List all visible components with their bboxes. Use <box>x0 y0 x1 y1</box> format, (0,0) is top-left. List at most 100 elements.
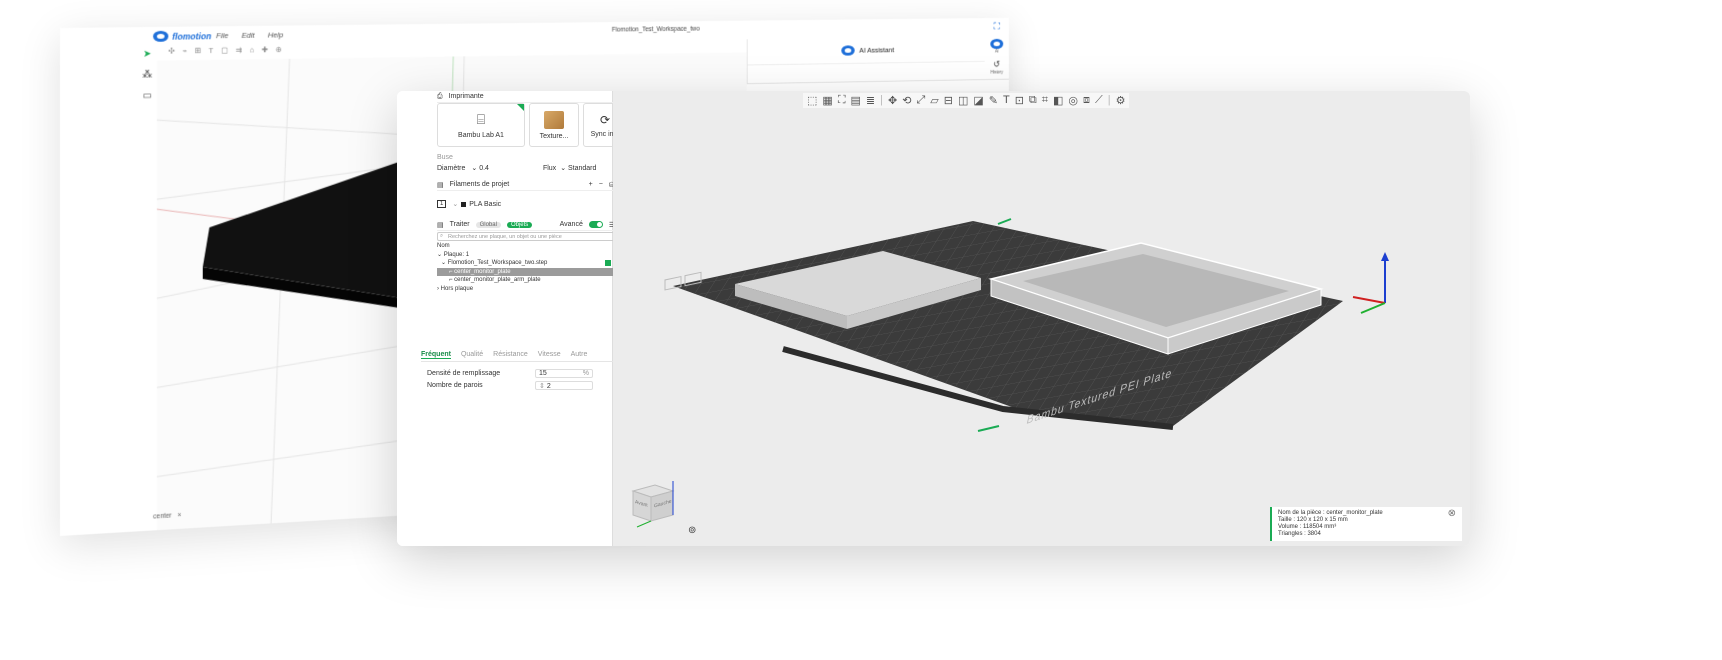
process-global-tab[interactable]: Global <box>476 222 501 228</box>
x-axis <box>1353 297 1385 303</box>
tab-frequent[interactable]: Fréquent <box>421 351 451 359</box>
infill-value: 15 <box>539 370 547 377</box>
home-icon[interactable]: ⌂ <box>250 46 255 55</box>
diameter-value: 0.4 <box>479 165 489 172</box>
slicer-sidebar: ⎙ Imprimante ⚙ ⌸ Bambu Lab A1 Texture...… <box>397 91 613 546</box>
close-icon[interactable]: × <box>177 512 181 519</box>
walls-stepper[interactable]: ⇕ 2 <box>535 381 593 390</box>
plus-icon[interactable]: ✚ <box>262 45 268 54</box>
nozzle-label: Buse <box>437 154 453 161</box>
advanced-label: Avancé <box>560 221 583 228</box>
rectangle-icon[interactable]: ▢ <box>221 46 228 55</box>
rail-history[interactable]: ↺ History <box>990 60 1003 76</box>
target-icon[interactable]: ⊕ <box>275 45 281 54</box>
process-title: Traiter <box>450 221 470 228</box>
slicer-window: ⎙ Imprimante ⚙ ⌸ Bambu Lab A1 Texture...… <box>397 91 1470 546</box>
box-icon[interactable]: ▭ <box>143 90 152 101</box>
tab-other[interactable]: Autre <box>571 351 588 359</box>
rail-ai[interactable]: AI <box>990 39 1003 55</box>
ai-assistant-panel: AI Assistant <box>747 36 1009 84</box>
assembly-icon[interactable]: ⁂ <box>142 70 152 81</box>
tree-item-file[interactable]: ⌄ Flomotion_Test_Workspace_two.step <box>437 259 627 268</box>
flow-value: Standard <box>568 165 596 172</box>
history-icon: ↺ <box>993 60 1000 70</box>
nav-cube-shape <box>623 477 683 529</box>
navigation-cube[interactable]: Avant Gauche <box>623 477 683 534</box>
text-tool-icon[interactable]: T <box>209 46 214 55</box>
part-label: center_monitor_plate_arm_plate <box>454 277 540 283</box>
object-search-input[interactable]: ⌕ Recherchez une plaque, un objet ou une… <box>437 232 627 241</box>
screenshot-stage: flomotion File Edit Help Flomotion_Test_… <box>0 0 1722 660</box>
visible-checkbox[interactable] <box>605 260 611 266</box>
pattern-icon[interactable]: ⊞ <box>195 46 201 55</box>
flow-label: Flux <box>543 165 556 172</box>
tree-item-plate[interactable]: ⌄ Plaque: 1 <box>437 251 627 260</box>
rail-ai-label: AI <box>995 49 999 55</box>
filament-color-swatch <box>461 202 466 207</box>
filament-index: 1 <box>437 200 446 208</box>
diameter-select[interactable]: ⌄ 0.4 <box>471 164 489 172</box>
process-objects-tab[interactable]: Objets <box>507 222 532 228</box>
infill-row: Densité de remplissage 15 % <box>427 368 597 379</box>
tab-speed[interactable]: Vitesse <box>538 351 561 359</box>
camera-reset-icon[interactable]: ⊚ <box>688 525 696 536</box>
selected-corner-flag <box>517 104 524 111</box>
object-search-placeholder: Recherchez une plaque, un objet ou une p… <box>448 234 562 240</box>
plate-label: Plaque: 1 <box>444 252 469 258</box>
view-tab-label: center <box>153 513 172 521</box>
close-icon[interactable]: ⊗ <box>1448 510 1456 517</box>
flomotion-logo-icon <box>153 31 168 42</box>
tab-strength[interactable]: Résistance <box>493 351 528 359</box>
trim-icon[interactable]: ⌁ <box>182 46 187 55</box>
sync-icon: ⟳ <box>600 113 610 127</box>
sketch-icon[interactable]: ✣ <box>168 47 174 56</box>
rail-history-label: History <box>990 70 1003 76</box>
walls-label: Nombre de parois <box>427 382 483 389</box>
menu-bar: File Edit Help <box>216 31 283 41</box>
tree-item-part-selected[interactable]: ⌐ center_monitor_plate <box>437 268 627 277</box>
back-marker <box>998 219 1011 224</box>
menu-file[interactable]: File <box>216 31 228 40</box>
build-plate-scene <box>613 91 1470 546</box>
infill-input[interactable]: 15 % <box>535 369 593 378</box>
ai-panel-title: AI Assistant <box>859 46 894 55</box>
tree-item-part[interactable]: ⌐ center_monitor_plate_arm_plate <box>437 276 627 285</box>
add-filament-icon[interactable]: + <box>589 181 593 188</box>
slicer-3d-viewport[interactable]: ⬚ ▦ ⛶ ▤ ≣ | ✥ ⟲ ⤢ ▱ ⊟ ◫ ◪ ✎ T ⊡ ⧉ ⌗ ◧ ◎ <box>613 91 1470 546</box>
layers-icon: ⛶ <box>994 22 1000 34</box>
walls-row: Nombre de parois ⇕ 2 <box>427 380 597 391</box>
remove-filament-icon[interactable]: − <box>599 181 603 188</box>
front-marker <box>978 426 999 431</box>
select-icon[interactable]: ➤ <box>143 49 151 60</box>
part-triangles-line: Triangles : 3804 <box>1278 531 1456 538</box>
plate-name: Texture... <box>540 133 569 140</box>
app-logo[interactable]: flomotion <box>153 30 211 42</box>
printer-name: Bambu Lab A1 <box>458 132 504 139</box>
printer-section-header: ⎙ Imprimante ⚙ <box>437 91 627 103</box>
filament-name: PLA Basic <box>469 201 501 208</box>
right-rail: ⛶ AI ↺ History <box>985 18 1009 100</box>
chevron-down-icon: ⌄ <box>452 200 458 208</box>
offset-icon[interactable]: ⇉ <box>236 46 242 55</box>
menu-edit[interactable]: Edit <box>242 31 255 40</box>
menu-help[interactable]: Help <box>268 31 283 40</box>
settings-tabs: Fréquent Qualité Résistance Vitesse Autr… <box>421 351 627 362</box>
plate-type-selector[interactable]: Texture... <box>529 103 579 147</box>
ai-icon <box>990 39 1003 49</box>
tree-header: Nom <box>437 242 627 251</box>
cad-toolbar: ✣ ⌁ ⊞ T ▢ ⇉ ⌂ ✚ ⊕ <box>168 45 281 55</box>
document-title: Flomotion_Test_Workspace_two <box>612 26 700 34</box>
tab-quality[interactable]: Qualité <box>461 351 483 359</box>
filament-row[interactable]: 1 ⌄ PLA Basic ⊖ <box>437 198 627 210</box>
file-label: Flomotion_Test_Workspace_two.step <box>448 260 548 266</box>
object-tree: Nom ⌄ Plaque: 1 ⌄ Flomotion_Test_Workspa… <box>437 242 627 293</box>
filament-icon: ▤ <box>437 181 444 189</box>
printer-3d-icon: ⌸ <box>477 111 485 128</box>
rail-layers[interactable]: ⛶ <box>994 22 1000 34</box>
part-selected-label: center_monitor_plate <box>454 269 510 275</box>
textured-plate-icon <box>544 111 564 129</box>
advanced-toggle[interactable] <box>589 221 603 228</box>
tree-item-outside[interactable]: › Hors plaque <box>437 285 627 294</box>
flow-select[interactable]: ⌄ Standard <box>560 164 596 172</box>
printer-selector[interactable]: ⌸ Bambu Lab A1 <box>437 103 525 147</box>
